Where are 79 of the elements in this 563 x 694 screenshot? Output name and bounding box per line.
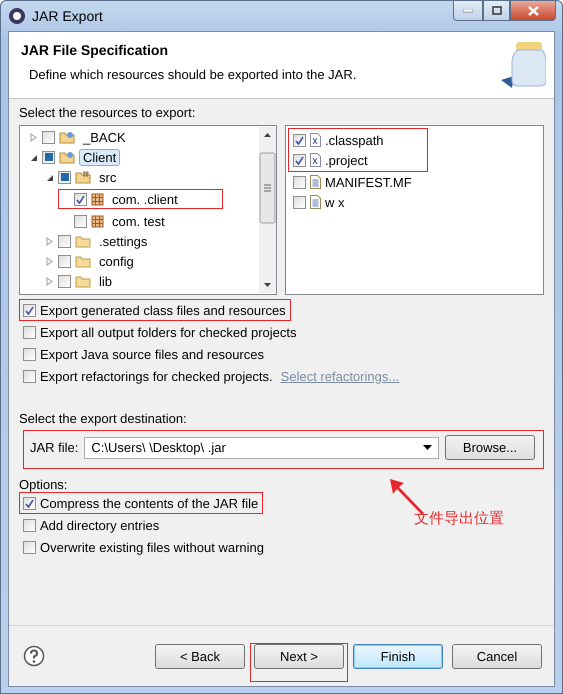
project-folder-icon [59,130,75,144]
folder-icon [75,254,91,268]
window-title: JAR Export [32,8,103,24]
tree-item[interactable]: config [95,252,138,270]
section-label: Select the export destination: [19,411,188,426]
expand-arrow-icon[interactable] [45,236,54,246]
checkbox[interactable] [58,234,71,248]
project-folder-icon [59,150,75,164]
maximize-button[interactable] [483,1,510,21]
checkbox[interactable] [74,192,87,206]
collapse-arrow-icon[interactable] [29,152,38,162]
expand-arrow-icon[interactable] [29,132,38,142]
folder-icon [75,234,91,248]
tree-item[interactable]: com. test [108,212,169,230]
tree-item[interactable]: .settings [95,232,152,250]
option-label: Export Java source files and resources [40,346,264,362]
field-label: JAR file: [30,440,78,455]
checkbox[interactable] [58,274,71,288]
option-label: Export refactorings for checked projects. [40,368,273,384]
tree-item[interactable]: src [95,168,120,186]
scrollbar[interactable] [259,127,276,293]
help-icon[interactable] [23,645,45,667]
checkbox[interactable] [58,254,71,268]
checkbox[interactable] [293,154,306,166]
checkbox[interactable] [58,170,71,184]
checkbox[interactable] [293,176,306,188]
checkbox[interactable] [23,348,36,360]
option-label: Export generated class files and resources [40,302,286,318]
checkbox[interactable] [293,134,306,146]
page-description: Define which resources should be exported into the JAR. [29,67,356,82]
file-item[interactable]: MANIFEST.MF [325,174,412,190]
checkbox[interactable] [23,496,36,510]
dropdown-arrow-icon[interactable] [423,445,432,450]
text-file-icon [310,175,321,189]
checkbox[interactable] [23,518,36,532]
checkbox[interactable] [74,214,87,228]
minimize-button[interactable] [453,1,483,21]
option-label: Export all output folders for checked projects [40,324,297,340]
package-icon [91,192,104,206]
checkbox[interactable] [42,150,55,164]
package-icon [91,214,104,228]
expand-arrow-icon[interactable] [45,276,54,286]
xml-file-icon [310,133,321,147]
collapse-arrow-icon[interactable] [45,172,54,182]
tree-item[interactable]: com. .client [108,190,182,208]
page-title: JAR File Specification [21,42,170,58]
dialog-button[interactable]: Finish [353,644,443,668]
section-label: Options: [19,477,68,492]
dialog-button[interactable]: < Back [155,644,245,668]
option-label: Compress the contents of the JAR file [40,496,258,510]
checkbox[interactable] [42,130,55,144]
text-file-icon [310,195,321,209]
checkbox[interactable] [23,540,36,554]
browse-button[interactable]: Browse... [445,435,535,460]
close-icon [528,6,538,16]
source-folder-icon [75,170,91,184]
file-item[interactable]: w x [325,194,344,210]
app-icon [8,7,26,25]
checkbox[interactable] [23,326,36,338]
close-button[interactable] [510,1,556,21]
checkbox[interactable] [23,370,36,382]
file-item[interactable]: .project [325,152,368,168]
xml-file-icon [310,153,321,167]
file-item[interactable]: .classpath [325,132,384,148]
option-label: Overwrite existing files without warning [40,540,264,554]
expand-arrow-icon[interactable] [45,256,54,266]
dialog-button[interactable]: Next > [254,644,344,668]
jar-file-field[interactable]: C:\Users\ \Desktop\ .jar [84,436,439,458]
minimize-icon [463,8,473,12]
checkbox[interactable] [293,196,306,208]
section-label: Select the resources to export: [19,105,196,120]
folder-icon [75,274,91,288]
dialog-button[interactable]: Cancel [452,644,542,668]
tree-item[interactable]: Client [79,148,120,166]
option-label: Add directory entries [40,518,160,532]
maximize-icon [492,6,502,15]
tree-item[interactable]: _BACK [79,128,130,146]
checkbox[interactable] [23,304,36,316]
tree-item[interactable]: lib [95,272,116,290]
